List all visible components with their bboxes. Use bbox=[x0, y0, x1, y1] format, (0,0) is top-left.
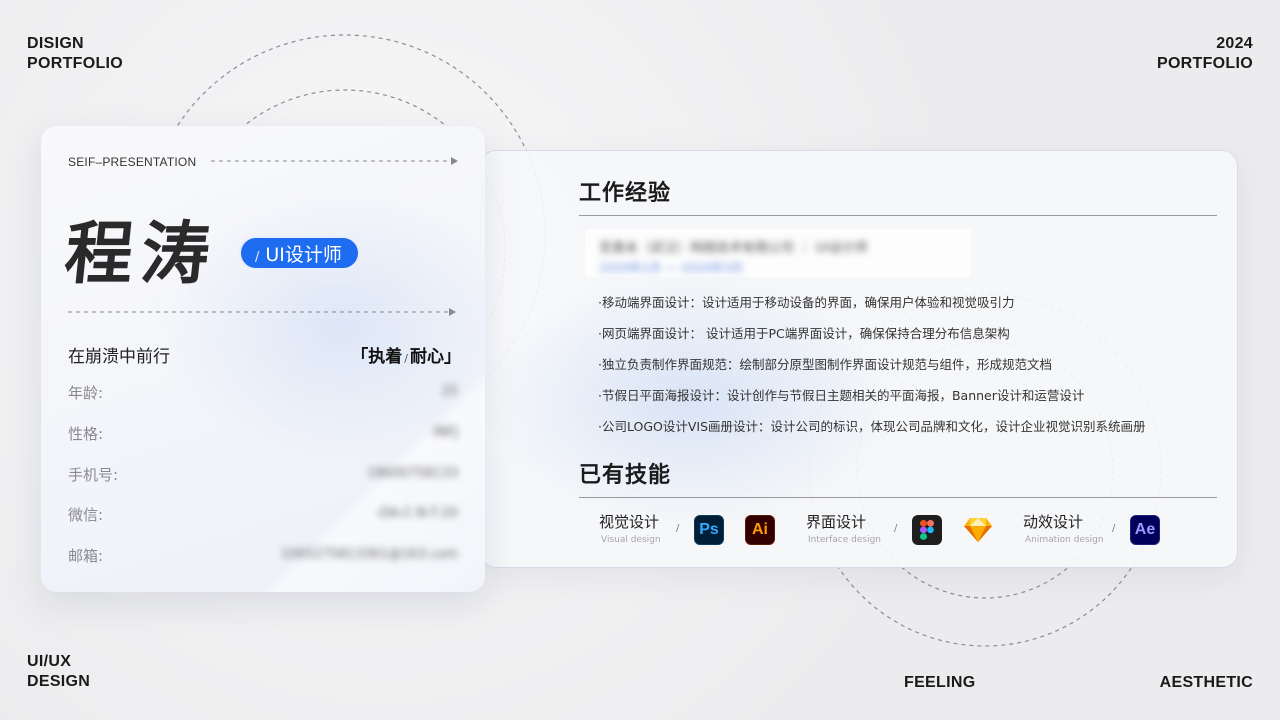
skill-name: 动效设计 bbox=[1023, 513, 1084, 531]
corner-bottom-left: UI/UX DESIGN bbox=[27, 652, 90, 692]
info-label: 微信: bbox=[68, 506, 104, 525]
skills-title: 已有技能 bbox=[579, 463, 672, 488]
after-effects-icon: Ae bbox=[1130, 515, 1160, 545]
slash-separator: / bbox=[676, 523, 680, 534]
list-item: ·节假日平面海报设计：设计创作与节假日主题相关的平面海报，Banner设计和运营… bbox=[598, 388, 1085, 403]
dashed-arrow bbox=[68, 308, 456, 316]
info-row: 性格: INFJ bbox=[68, 423, 458, 464]
list-item: ·公司LOGO设计VIS画册设计：设计公司的标识，体现公司品牌和文化，设计企业视… bbox=[598, 419, 1146, 434]
profile-card: SEIF–PRESENTATION 程涛 / UI设计师 在崩溃中前行 「执着 / 耐… bbox=[41, 126, 485, 592]
experience-card: 工作经验 至善未（武汉）网络技术有限公司 ｜ UI设计师 2020年1月 — 2… bbox=[480, 150, 1238, 568]
photoshop-icon: Ps bbox=[694, 515, 724, 545]
info-row: 微信: -DA-C-N-T-20 bbox=[68, 504, 458, 545]
slash-separator: / bbox=[1112, 523, 1116, 534]
info-row: 手机号: 18600758133 bbox=[68, 464, 458, 505]
info-label: 年龄: bbox=[68, 384, 104, 402]
corner-top-right: 2024 PORTFOLIO bbox=[1157, 34, 1253, 74]
divider bbox=[579, 215, 1217, 216]
bracket-open: 「 bbox=[351, 347, 369, 367]
motto: 在崩溃中前行 bbox=[68, 347, 170, 367]
company-line: 至善未（武汉）网络技术有限公司 ｜ UI设计师 bbox=[599, 241, 868, 256]
trait-item: 耐心 bbox=[410, 347, 444, 367]
illustrator-icon: Ai bbox=[745, 515, 775, 545]
corner-bottom-right: AESTHETIC bbox=[1160, 673, 1253, 693]
info-label: 性格: bbox=[68, 424, 104, 443]
person-name: 程涛 bbox=[61, 215, 222, 294]
experience-title: 工作经验 bbox=[579, 181, 672, 206]
figma-icon bbox=[912, 515, 942, 545]
date-line: 2020年1月 — 2024年3月 bbox=[599, 261, 743, 275]
skill-subtitle: Animation design bbox=[1025, 535, 1104, 545]
corner-top-left: DISIGN PORTFOLIO bbox=[27, 34, 123, 74]
info-value: 1065275813361@163.com bbox=[280, 547, 458, 563]
corner-text: FEELING bbox=[904, 674, 976, 691]
trait-item: 执着 bbox=[368, 347, 403, 367]
skill-name: 视觉设计 bbox=[599, 513, 660, 531]
list-item: ·移动端界面设计：设计适用于移动设备的界面，确保用户体验和视觉吸引力 bbox=[598, 295, 1015, 310]
corner-text: AESTHETIC bbox=[1159, 674, 1253, 691]
corner-text: UI/UX bbox=[27, 653, 72, 670]
info-value: 25 bbox=[441, 384, 458, 399]
section-label: SEIF–PRESENTATION bbox=[68, 155, 197, 169]
dashed-arrow bbox=[211, 157, 458, 165]
skill-subtitle: Visual design bbox=[601, 535, 661, 545]
info-label: 手机号: bbox=[68, 465, 119, 484]
list-item: ·网页端界面设计： 设计适用于PC端界面设计，确保保持合理分布信息架构 bbox=[598, 326, 1010, 341]
sketch-icon bbox=[963, 515, 993, 545]
traits: 「执着 / 耐心」 bbox=[351, 342, 461, 367]
slash-separator: / bbox=[894, 523, 898, 534]
info-label: 邮箱: bbox=[68, 547, 104, 566]
role-slash: / bbox=[255, 250, 260, 265]
skill-subtitle: Interface design bbox=[808, 535, 882, 545]
trait-separator: / bbox=[404, 352, 408, 365]
info-row: 邮箱: 1065275813361@163.com bbox=[68, 545, 458, 586]
duty-list: ·移动端界面设计：设计适用于移动设备的界面，确保用户体验和视觉吸引力 ·网页端界… bbox=[598, 293, 1146, 448]
role-text: UI设计师 bbox=[265, 244, 342, 266]
role-badge: / UI设计师 bbox=[239, 236, 360, 270]
corner-bottom-center: FEELING bbox=[904, 673, 975, 693]
corner-text: DISIGN bbox=[27, 35, 84, 52]
info-list: 年龄: 25 性格: INFJ 手机号: 18600758133 微信: -DA… bbox=[68, 382, 458, 586]
info-value: -DA-C-N-T-20 bbox=[375, 506, 458, 522]
corner-text: DESIGN bbox=[27, 673, 91, 690]
company-info-blurred: 至善未（武汉）网络技术有限公司 ｜ UI设计师 2020年1月 — 2024年3… bbox=[585, 229, 971, 277]
corner-text: PORTFOLIO bbox=[27, 55, 124, 72]
bracket-close: 」 bbox=[444, 347, 461, 367]
corner-text: PORTFOLIO bbox=[1156, 55, 1253, 72]
divider bbox=[579, 497, 1217, 498]
info-row: 年龄: 25 bbox=[68, 382, 458, 423]
info-value: 18600758133 bbox=[367, 465, 458, 481]
list-item: ·独立负责制作界面规范：绘制部分原型图制作界面设计规范与组件，形成规范文档 bbox=[598, 357, 1052, 372]
corner-text: 2024 bbox=[1216, 35, 1253, 52]
skill-name: 界面设计 bbox=[806, 513, 867, 531]
info-value: INFJ bbox=[433, 424, 458, 440]
